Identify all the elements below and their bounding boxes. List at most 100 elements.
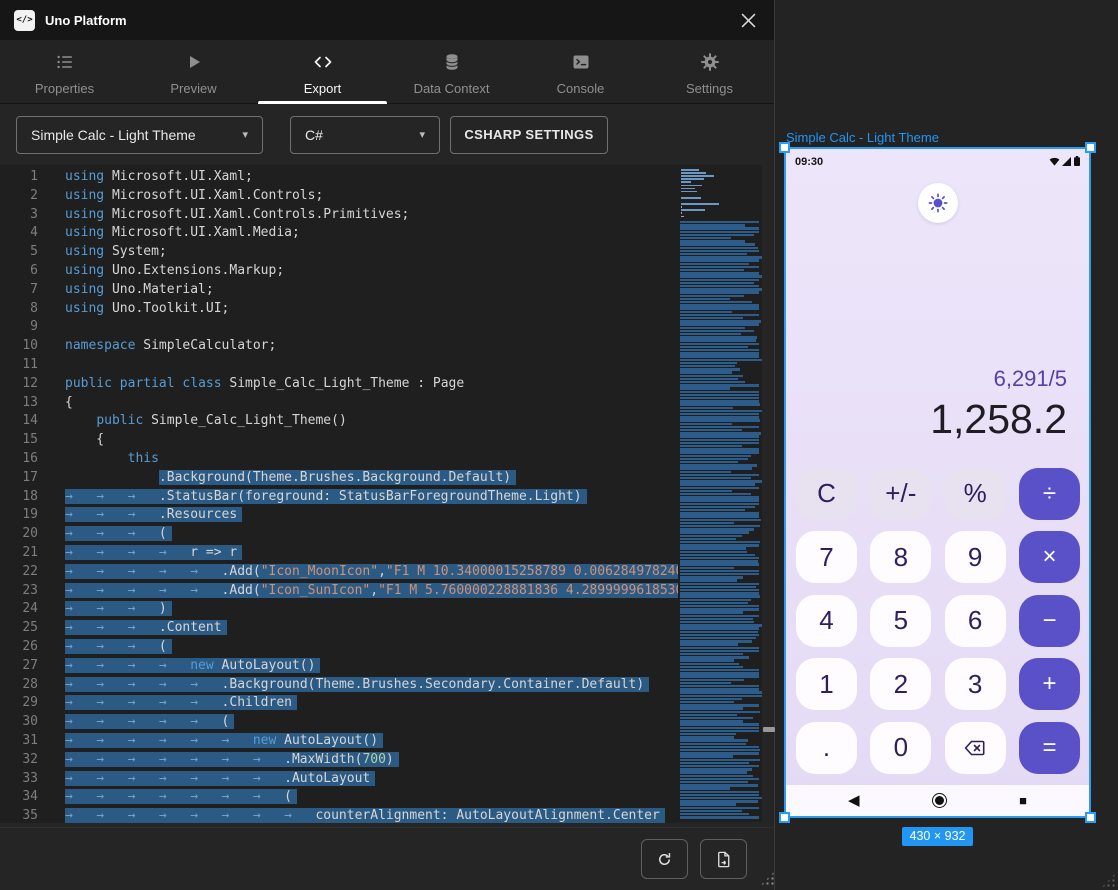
- key-7[interactable]: 7: [796, 531, 857, 583]
- tab-settings[interactable]: Settings: [645, 40, 774, 103]
- key-÷[interactable]: ÷: [1019, 468, 1080, 520]
- tab-label: Settings: [686, 81, 733, 96]
- close-icon[interactable]: [736, 8, 760, 32]
- tab-console[interactable]: Console: [516, 40, 645, 103]
- minimap-selection-row: [680, 595, 760, 597]
- minimap-selection-row: [680, 381, 745, 383]
- minimap-selection-row: [680, 263, 749, 265]
- minimap-selection-row: [680, 426, 759, 428]
- selection-handle[interactable]: [779, 812, 790, 823]
- code-line: 29→ → → → → .Children: [0, 694, 678, 713]
- key-×[interactable]: ×: [1019, 531, 1080, 583]
- wifi-icon: [1049, 153, 1060, 171]
- key-+[interactable]: +: [1019, 658, 1080, 710]
- minimap-selection-row: [680, 355, 759, 357]
- code-line: 16 this: [0, 450, 678, 469]
- export-file-button[interactable]: [700, 839, 747, 879]
- selection-handle[interactable]: [1085, 812, 1096, 823]
- key-1[interactable]: 1: [796, 658, 857, 710]
- minimap-selection-row: [680, 240, 745, 242]
- key-%[interactable]: %: [945, 468, 1006, 520]
- minimap-selection-row: [680, 333, 741, 335]
- editor-scrollbar[interactable]: [763, 727, 775, 732]
- key-backspace[interactable]: [945, 722, 1006, 774]
- minimap-selection-row: [680, 589, 759, 591]
- minimap-selection-row: [680, 234, 754, 236]
- line-number: 4: [0, 224, 38, 243]
- calculator-result: 1,258.2: [786, 394, 1067, 444]
- selection-handle[interactable]: [1085, 142, 1096, 153]
- console-icon: [571, 52, 591, 75]
- key-5[interactable]: 5: [870, 595, 931, 647]
- code-line: 34→ → → → → → → (: [0, 788, 678, 807]
- phone-selection-frame[interactable]: 09:30 6,291/5 1,258.2 C+/-%÷789×456−123+…: [784, 147, 1091, 818]
- code-line: 21→ → → → r => r: [0, 544, 678, 563]
- minimap-selection-row: [680, 669, 759, 671]
- language-select[interactable]: C# ▾: [290, 116, 440, 154]
- code-line: 20→ → → (: [0, 525, 678, 544]
- key-6[interactable]: 6: [945, 595, 1006, 647]
- code-line: 4using Microsoft.UI.Xaml.Media;: [0, 224, 678, 243]
- key-3[interactable]: 3: [945, 658, 1006, 710]
- csharp-settings-button[interactable]: CSHARP SETTINGS: [450, 116, 608, 154]
- recents-icon[interactable]: ■: [1019, 792, 1027, 810]
- line-number: 12: [0, 375, 38, 394]
- line-number: 20: [0, 525, 38, 544]
- tab-preview[interactable]: Preview: [129, 40, 258, 103]
- minimap-selection-row: [680, 320, 761, 322]
- titlebar: </> Uno Platform: [0, 0, 774, 40]
- minimap-selection-row: [680, 576, 743, 578]
- back-icon[interactable]: ◀: [848, 792, 860, 810]
- key-C[interactable]: C: [796, 468, 857, 520]
- minimap-selection-row: [680, 413, 759, 415]
- preview-page-label[interactable]: Simple Calc - Light Theme: [786, 130, 939, 145]
- minimap-selection-row: [680, 349, 759, 351]
- editor-minimap[interactable]: [678, 165, 762, 822]
- code-line: 1using Microsoft.UI.Xaml;: [0, 168, 678, 187]
- key-+/-[interactable]: +/-: [870, 468, 931, 520]
- key-0[interactable]: 0: [870, 722, 931, 774]
- minimap-selection-row: [680, 717, 753, 719]
- key-−[interactable]: −: [1019, 595, 1080, 647]
- line-content: → → → → → (: [65, 713, 234, 732]
- tab-properties[interactable]: Properties: [0, 40, 129, 103]
- code-editor[interactable]: 1using Microsoft.UI.Xaml;2using Microsof…: [0, 165, 678, 823]
- key-8[interactable]: 8: [870, 531, 931, 583]
- minimap-selection-row: [680, 803, 736, 805]
- phone-preview[interactable]: 09:30 6,291/5 1,258.2 C+/-%÷789×456−123+…: [786, 149, 1089, 816]
- key-4[interactable]: 4: [796, 595, 857, 647]
- key-=[interactable]: =: [1019, 722, 1080, 774]
- line-number: 9: [0, 318, 38, 337]
- line-number: 6: [0, 262, 38, 281]
- code-line: 2using Microsoft.UI.Xaml.Controls;: [0, 187, 678, 206]
- theme-toggle-button[interactable]: [918, 183, 958, 223]
- selection-handle[interactable]: [779, 142, 790, 153]
- minimap-selection-row: [680, 736, 734, 738]
- minimap-selection-row: [680, 490, 732, 492]
- minimap-selection-row: [680, 599, 751, 601]
- line-content: using Uno.Material;: [65, 281, 214, 300]
- key-9[interactable]: 9: [945, 531, 1006, 583]
- minimap-selection-row: [680, 733, 736, 735]
- code-line: 11: [0, 356, 678, 375]
- minimap-selection-row: [680, 314, 759, 316]
- page-select[interactable]: Simple Calc - Light Theme ▾: [16, 116, 263, 154]
- tab-export[interactable]: Export: [258, 40, 387, 103]
- panel-resize-grip[interactable]: [1101, 873, 1116, 888]
- tab-data-context[interactable]: Data Context: [387, 40, 516, 103]
- file-export-icon: [714, 850, 733, 869]
- home-icon[interactable]: [932, 793, 947, 808]
- line-number: 32: [0, 751, 38, 770]
- minimap-selection-row: [680, 295, 744, 297]
- minimap-selection-row: [680, 464, 757, 466]
- refresh-button[interactable]: [641, 839, 688, 879]
- minimap-selection-row: [680, 685, 759, 687]
- code-line: 10namespace SimpleCalculator;: [0, 337, 678, 356]
- line-number: 1: [0, 168, 38, 187]
- minimap-selection-row: [680, 749, 760, 751]
- tab-label: Export: [304, 81, 342, 96]
- key-dot[interactable]: .: [796, 722, 857, 774]
- minimap-selection-row: [680, 794, 759, 796]
- minimap-selection-row: [680, 403, 760, 405]
- key-2[interactable]: 2: [870, 658, 931, 710]
